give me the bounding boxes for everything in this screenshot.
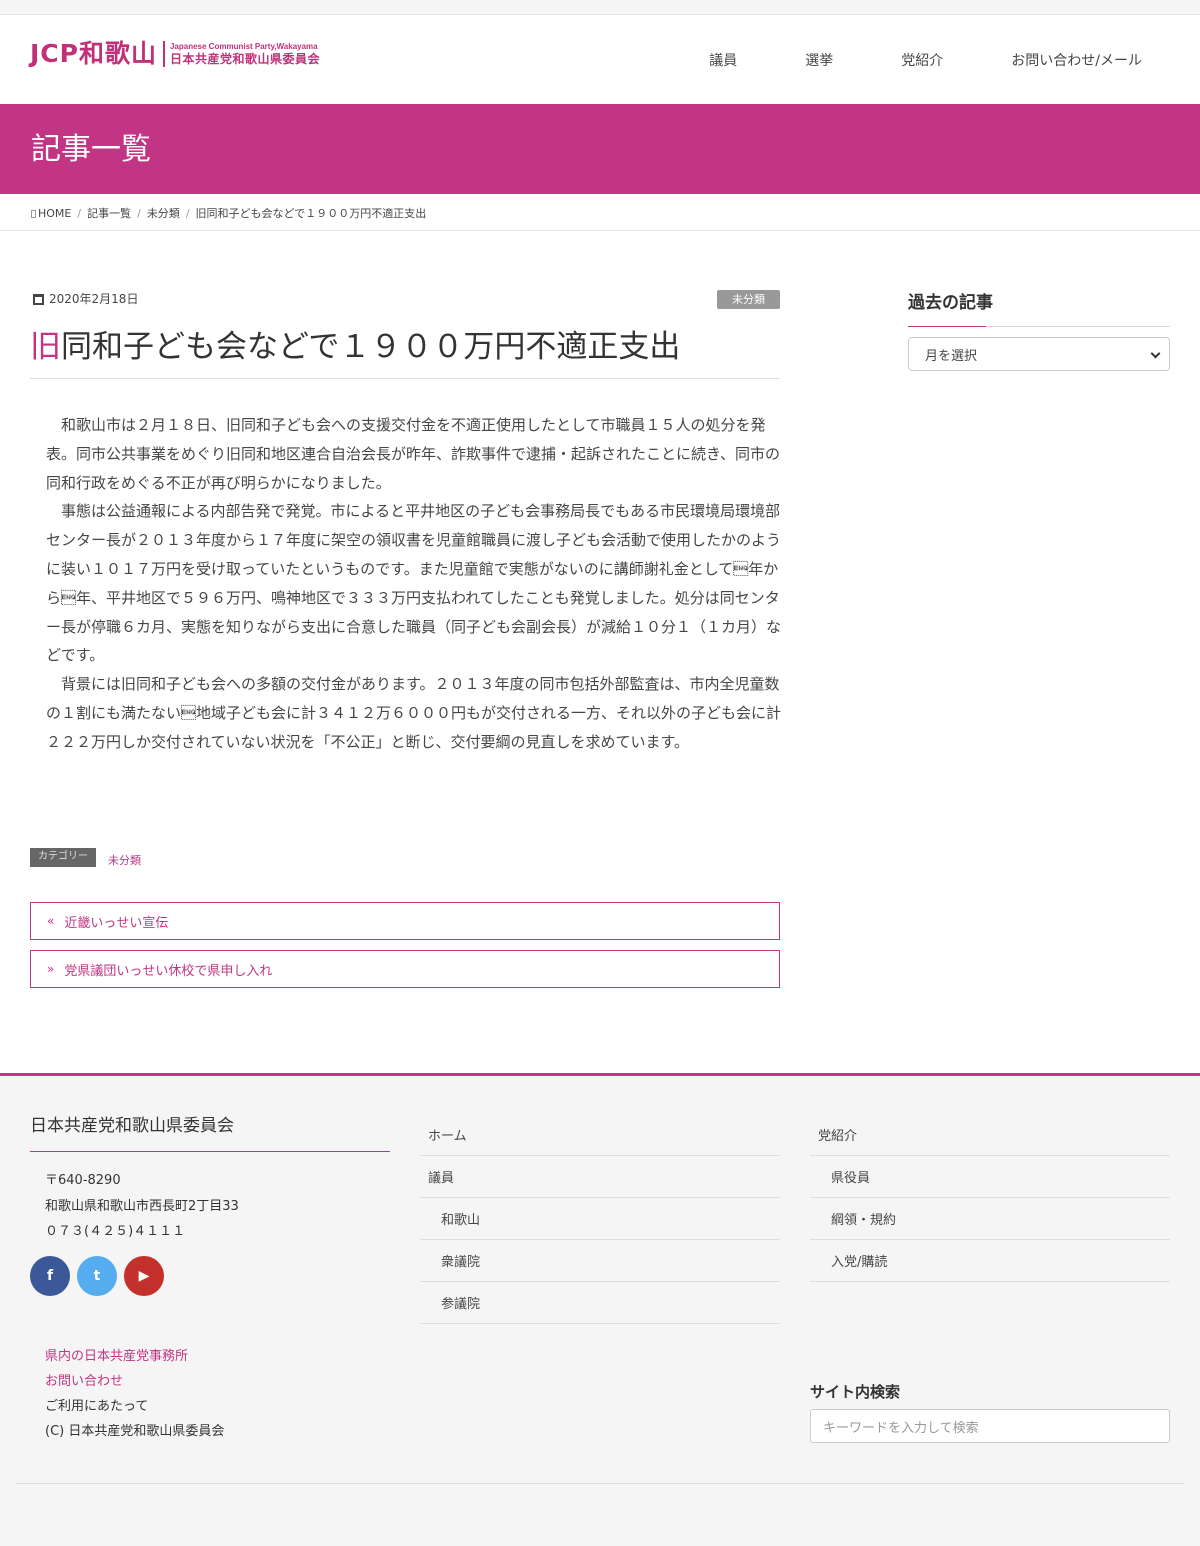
prev-post-title: 近畿いっせい宣伝 [64,915,169,931]
site-search-input[interactable]: キーワードを入力して検索 [810,1409,1170,1443]
prev-arrow-icon: « [47,914,55,928]
site-header: JCP和歌山 Japanese Communist Party,Wakayama… [0,15,1200,104]
logo-main-text: JCP和歌山 [30,39,157,68]
footer-nav-lower-house[interactable]: 衆議院 [420,1240,780,1282]
post-date: 2020年2月18日 [33,290,138,308]
article-paragraph: 和歌山市は２月１８日、旧同和子ども会への支援交付金を不適正使用したとして市職員１… [46,416,780,492]
footer-nav-upper-house[interactable]: 参議院 [420,1282,780,1324]
next-post-link[interactable]: » 党県議団いっせい休校で県申し入れ [30,950,780,988]
facebook-icon[interactable]: f [30,1256,70,1296]
youtube-icon[interactable]: ▶ [124,1256,164,1296]
archive-title: 過去の記事 [908,290,1170,327]
category-link[interactable]: 未分類 [108,852,141,868]
top-bar [0,0,1200,15]
global-nav: 議員 選挙 党紹介 お問い合わせ/メール [675,15,1200,104]
nav-item-elections[interactable]: 選挙 [771,15,867,104]
month-select-value: 月を選択 [925,348,978,364]
breadcrumb-label: 記事一覧 [87,207,132,220]
article-paragraph: 事態は公益通報による内部告発で発覚。市によると平井地区の子ども会事務局長でもある… [46,502,782,665]
breadcrumb-home-label: HOME [38,207,72,220]
home-icon [31,210,36,218]
postal-code: 〒640-8290 [45,1173,121,1188]
footer-divider [16,1483,1184,1484]
social-links: f t ▶ [30,1256,164,1296]
article-body: 和歌山市は２月１８日、旧同和子ども会への支援交付金を不適正使用したとして市職員１… [46,411,782,757]
footer-nav-1: ホーム 議員 和歌山 衆議院 参議院 [420,1114,780,1324]
footer-nav-about[interactable]: 党紹介 [810,1114,1170,1156]
footer-copyright: (C) 日本共産党和歌山県委員会 [45,1424,225,1439]
article-title-rest: 同和子ども会などで１９００万円不適正支出 [61,329,681,365]
post-date-text: 2020年2月18日 [49,292,139,306]
breadcrumb-separator: / [77,207,82,220]
breadcrumb-home[interactable]: HOME [31,207,71,221]
article-paragraph: 背景には旧同和子ども会への多額の交付金があります。２０１３年度の同市包括外部監査… [46,675,782,751]
page-title: 記事一覧 [31,132,151,167]
breadcrumb-label: 旧同和子ども会などで１９００万円不適正支出 [195,207,427,220]
footer-nav-officers[interactable]: 県役員 [810,1156,1170,1198]
site-logo[interactable]: JCP和歌山 Japanese Communist Party,Wakayama… [30,39,320,69]
logo-english: Japanese Communist Party,Wakayama [169,42,318,51]
logo-divider [162,41,165,67]
footer-nav-home[interactable]: ホーム [420,1114,780,1156]
prev-post-link[interactable]: « 近畿いっせい宣伝 [30,902,780,940]
street-address: 和歌山県和歌山市西長町2丁目33 [45,1198,239,1214]
site-search-title: サイト内検索 [810,1383,901,1401]
calendar-icon [33,293,44,305]
chevron-down-icon [1150,348,1161,359]
footer-nav-2: 党紹介 県役員 綱領・規約 入党/購読 サイト内検索 キーワードを入力して検索 [810,1114,1170,1443]
footer-usage: ご利用にあたって [45,1399,149,1414]
footer-links: 県内の日本共産党事務所 お問い合わせ ご利用にあたって (C) 日本共産党和歌山… [45,1344,224,1444]
site-footer: 日本共産党和歌山県委員会 〒640-8290 和歌山県和歌山市西長町2丁目33 … [0,1073,1200,1546]
footer-link-contact[interactable]: お問い合わせ [45,1369,224,1394]
breadcrumb: HOME / 記事一覧 / 未分類 / 旧同和子ども会などで１９００万円不適正支出 [0,194,1200,231]
footer-nav-join[interactable]: 入党/購読 [810,1240,1170,1282]
entry-meta: 2020年2月18日 未分類 [30,290,780,310]
footer-nav-wakayama[interactable]: 和歌山 [420,1198,780,1240]
article-title: 旧同和子ども会などで１９００万円不適正支出 [30,326,780,379]
nav-item-about[interactable]: 党紹介 [867,15,977,104]
nav-item-members[interactable]: 議員 [675,15,771,104]
twitter-icon[interactable]: t [77,1256,117,1296]
search-placeholder: キーワードを入力して検索 [823,1420,979,1436]
logo-japanese: 日本共産党和歌山県委員会 [169,52,320,66]
archive-month-select[interactable]: 月を選択 [908,337,1170,371]
breadcrumb-label: 未分類 [146,207,180,220]
breadcrumb-separator: / [185,207,190,220]
footer-nav-members[interactable]: 議員 [420,1156,780,1198]
footer-nav-platform[interactable]: 綱領・規約 [810,1198,1170,1240]
phone-number: ０７３(４２５)４１１１ [45,1224,186,1239]
breadcrumb-current: / 旧同和子ども会などで１９００万円不適正支出 [180,207,427,221]
category-label: カテゴリー [30,847,96,867]
article-title-first-char: 旧 [30,329,61,365]
page-header: 記事一覧 [0,104,1200,194]
category-badge[interactable]: 未分類 [717,290,780,309]
footer-address: 〒640-8290 和歌山県和歌山市西長町2丁目33 ０７３(４２５)４１１１ [45,1168,239,1245]
next-arrow-icon: » [47,962,55,976]
next-post-title: 党県議団いっせい休校で県申し入れ [64,963,273,979]
nav-item-contact[interactable]: お問い合わせ/メール [977,15,1200,104]
breadcrumb-item[interactable]: / 未分類 [131,207,180,221]
footer-info: 日本共産党和歌山県委員会 〒640-8290 和歌山県和歌山市西長町2丁目33 … [30,1114,390,1439]
footer-org-title: 日本共産党和歌山県委員会 [30,1114,390,1152]
logo-subtitle: Japanese Communist Party,Wakayama 日本共産党和… [170,42,320,66]
breadcrumb-item[interactable]: / 記事一覧 [71,207,131,221]
breadcrumb-separator: / [137,207,141,220]
category-row: カテゴリー 未分類 [30,846,141,868]
footer-link-offices[interactable]: 県内の日本共産党事務所 [45,1344,224,1369]
